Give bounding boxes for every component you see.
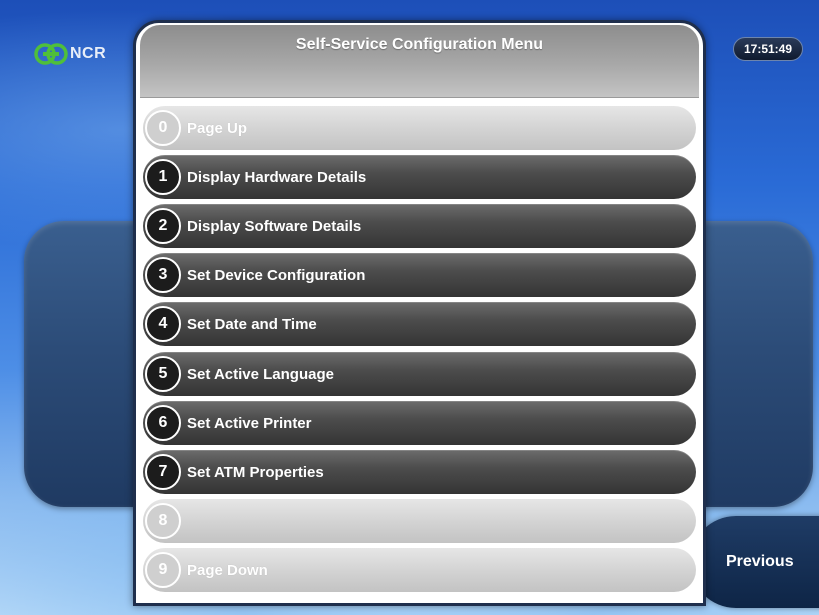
ncr-logo: NCR xyxy=(34,43,106,65)
menu-item-label: Page Up xyxy=(187,119,248,137)
menu-item-key-badge: 4 xyxy=(145,306,181,342)
menu-item-9[interactable]: 9 Page Down xyxy=(143,548,696,592)
menu-item-3[interactable]: 3 Set Device Configuration xyxy=(143,253,696,297)
menu-item-label: Set Active Printer xyxy=(187,414,312,432)
menu-item-label: Display Hardware Details xyxy=(187,168,367,186)
menu-item-key-badge: 7 xyxy=(145,454,181,490)
menu-item-5[interactable]: 5 Set Active Language xyxy=(143,352,696,396)
clock-display: 17:51:49 xyxy=(733,37,803,61)
menu-item-key-badge: 2 xyxy=(145,208,181,244)
menu-item-6[interactable]: 6 Set Active Printer xyxy=(143,401,696,445)
menu-item-key-badge: 5 xyxy=(145,356,181,392)
menu-item-key-badge: 3 xyxy=(145,257,181,293)
ncr-logo-icon xyxy=(34,43,68,65)
menu-item-key-badge: 0 xyxy=(145,110,181,146)
menu-item-label: Set Active Language xyxy=(187,365,334,383)
menu-item-label: Set ATM Properties xyxy=(187,463,324,481)
menu-item-key-badge: 9 xyxy=(145,552,181,588)
page-title: Self-Service Configuration Menu xyxy=(295,36,544,53)
menu-item-label: Page Down xyxy=(187,561,268,579)
menu-item-1[interactable]: 1 Display Hardware Details xyxy=(143,155,696,199)
menu-item-label: Display Software Details xyxy=(187,217,362,235)
menu-item-key-badge: 6 xyxy=(145,405,181,441)
previous-button[interactable]: Previous xyxy=(690,516,819,608)
menu-item-4[interactable]: 4 Set Date and Time xyxy=(143,302,696,346)
menu-item-label: Set Device Configuration xyxy=(187,266,366,284)
menu-item-2[interactable]: 2 Display Software Details xyxy=(143,204,696,248)
menu-item-key-badge: 1 xyxy=(145,159,181,195)
menu-item-key-badge: 8 xyxy=(145,503,181,539)
menu-item-label: Set Date and Time xyxy=(187,315,317,333)
menu-item-7[interactable]: 7 Set ATM Properties xyxy=(143,450,696,494)
menu-item-0[interactable]: 0 Page Up xyxy=(143,106,696,150)
logo-text: NCR xyxy=(70,45,107,62)
menu-item-8[interactable]: 8 xyxy=(143,499,696,543)
